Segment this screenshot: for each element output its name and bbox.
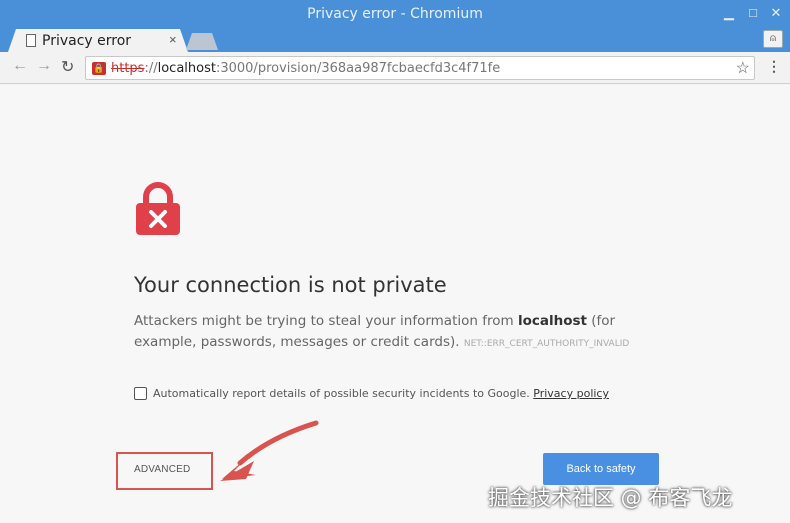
page-heading: Your connection is not private [134,273,447,297]
window-titlebar: Privacy error - Chromium ▁ □ ✕ [0,0,790,28]
advanced-button[interactable]: ADVANCED [134,464,190,475]
document-icon [26,34,36,47]
report-option: Automatically report details of possible… [134,387,609,400]
description-host: localhost [517,313,587,329]
reload-icon[interactable]: ↻ [61,57,74,77]
window-title: Privacy error - Chromium [307,6,483,22]
menu-icon[interactable]: ⋮ [767,58,781,75]
profile-icon[interactable]: ⍝ [763,30,783,48]
back-to-safety-button[interactable]: Back to safety [543,453,659,485]
watermark: 掘金技术社区 @ 布客飞龙 [488,486,733,510]
minimize-icon[interactable]: ▁ [721,5,737,21]
back-icon[interactable]: ← [12,57,28,75]
bookmark-star-icon[interactable]: ☆ [736,58,750,78]
url-scheme: https [111,61,145,76]
url-separator: :// [144,61,158,76]
annotation-arrow [220,420,319,481]
maximize-icon[interactable]: □ [745,5,761,21]
privacy-policy-link[interactable]: Privacy policy [533,387,609,400]
insecure-lock-icon[interactable]: 🔒 [92,62,106,75]
description-prefix: Attackers might be trying to steal your … [134,313,518,329]
url-host: localhost [157,61,216,76]
tab-privacy-error[interactable]: Privacy error × [8,29,188,52]
tab-strip: Privacy error × ⍝ [0,28,790,52]
tab-title: Privacy error [42,33,132,49]
close-window-icon[interactable]: ✕ [768,5,784,21]
new-tab-button[interactable] [186,33,218,50]
report-checkbox[interactable] [134,387,147,400]
address-bar[interactable]: 🔒 https://localhost:3000/provision/368aa… [85,56,755,80]
url-text[interactable]: https://localhost:3000/provision/368aa98… [111,61,500,76]
broken-lock-icon [136,182,180,235]
browser-toolbar: ← → ↻ 🔒 https://localhost:3000/provision… [0,52,790,84]
tab-close-icon[interactable]: × [169,32,177,47]
forward-icon[interactable]: → [36,57,52,75]
report-label: Automatically report details of possible… [153,387,534,400]
interstitial-page: Your connection is not private Attackers… [0,85,790,523]
error-code[interactable]: NET::ERR_CERT_AUTHORITY_INVALID [464,339,629,349]
page-description: Attackers might be trying to steal your … [134,311,654,355]
url-path: :3000/provision/368aa987fcbaecfd3c4f71fe [215,61,501,76]
